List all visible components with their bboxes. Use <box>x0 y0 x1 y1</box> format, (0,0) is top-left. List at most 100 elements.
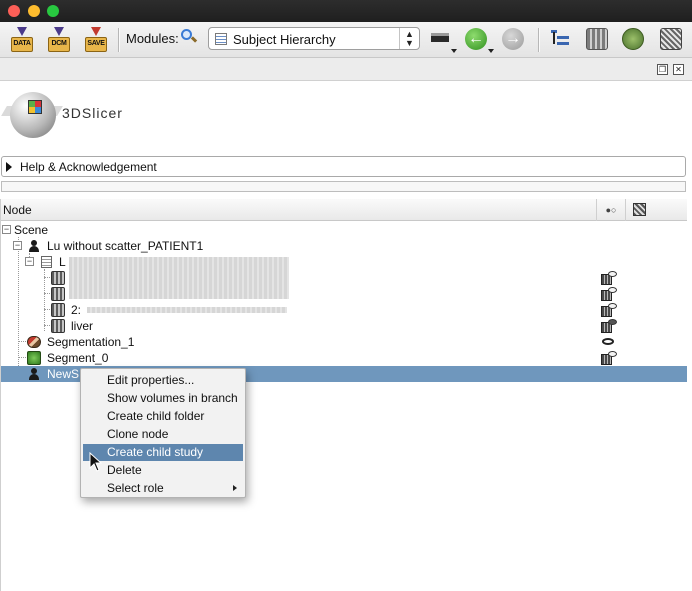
tree-row-scene[interactable]: − Scene <box>1 222 687 238</box>
volumes-module-icon[interactable] <box>586 28 608 50</box>
handle-shape <box>190 36 198 43</box>
visibility-shown-icon[interactable] <box>601 319 617 333</box>
tree-row-label: NewS <box>47 367 80 381</box>
volume-icon <box>51 271 65 285</box>
column-header-transform[interactable] <box>625 199 687 221</box>
patient-icon <box>28 240 40 252</box>
menu-item-clone-node[interactable]: Clone node <box>83 426 243 443</box>
modules-label: Modules: <box>126 31 179 46</box>
dicom-button[interactable]: DCM <box>47 27 71 53</box>
dicom-label: DCM <box>51 40 67 47</box>
save-label: SAVE <box>87 40 105 47</box>
context-menu: Edit properties... Show volumes in branc… <box>80 368 246 498</box>
previous-dropdown-icon[interactable] <box>488 49 494 53</box>
filter-bar[interactable] <box>1 181 686 192</box>
tree-row-label: liver <box>71 319 94 333</box>
help-section-label: Help & Acknowledgement <box>20 160 157 174</box>
collapse-icon[interactable]: − <box>25 257 34 266</box>
tree-row-volume[interactable] <box>1 270 687 286</box>
column-header-node[interactable]: Node <box>3 203 32 217</box>
eye-shape <box>608 271 617 277</box>
tree-row-segmentation[interactable]: Segmentation_1 <box>1 334 687 350</box>
visibility-hidden-icon[interactable] <box>601 287 617 301</box>
collapse-icon[interactable]: − <box>2 225 11 234</box>
next-module-button[interactable]: → <box>502 28 524 50</box>
expand-arrow-icon <box>6 162 12 172</box>
menu-item-select-role-label: Select role <box>107 481 164 495</box>
dicom-arrow-icon <box>54 27 64 36</box>
undock-icon[interactable]: ❐ <box>657 64 668 75</box>
logo-grid-shape <box>28 100 42 114</box>
submenu-arrow-icon <box>233 485 237 491</box>
collapse-icon[interactable]: − <box>13 241 22 250</box>
menu-item-select-role[interactable]: Select role <box>83 480 243 497</box>
menu-item-delete[interactable]: Delete <box>83 462 243 479</box>
module-selected-value: Subject Hierarchy <box>233 32 336 47</box>
module-panel-header <box>0 58 692 81</box>
volume-icon <box>51 303 65 317</box>
visibility-hidden-icon[interactable] <box>601 351 617 365</box>
module-search-icon[interactable] <box>181 29 198 45</box>
tree-row-label: Segment_0 <box>47 351 109 365</box>
load-data-label: DATA <box>13 40 31 47</box>
volume-icon <box>51 319 65 333</box>
transform-header-icon <box>633 203 646 216</box>
visibility-hidden-icon[interactable] <box>601 271 617 285</box>
arrow-left-icon: ← <box>468 30 484 47</box>
previous-module-button[interactable]: ← <box>465 28 487 50</box>
menu-item-edit-properties[interactable]: Edit properties... <box>83 372 243 389</box>
tree-row-label: L <box>59 255 66 269</box>
data-tree-icon[interactable] <box>551 29 571 49</box>
updown-arrows-icon: ▲ ▼ <box>399 28 419 49</box>
tree-row-label: Segmentation_1 <box>47 335 135 349</box>
toolbar-separator-2 <box>538 28 540 52</box>
eye-shape <box>608 303 617 309</box>
tree-row-label: Scene <box>14 223 49 237</box>
subject-hierarchy-icon <box>215 33 227 45</box>
close-window-button[interactable] <box>8 5 20 17</box>
minimize-window-button[interactable] <box>28 5 40 17</box>
logo-sphere-shape <box>10 92 56 138</box>
tree-row-label: 2: <box>71 303 82 317</box>
tree-row-liver[interactable]: liver <box>1 318 687 334</box>
visibility-hidden-icon[interactable] <box>601 303 617 317</box>
eye-shape <box>608 287 617 293</box>
save-button[interactable]: SAVE <box>84 27 108 53</box>
module-selector[interactable]: Subject Hierarchy ▲ ▼ <box>208 27 420 50</box>
eye-icon[interactable] <box>602 338 614 345</box>
eye-shape <box>608 351 617 357</box>
eye-shape <box>608 319 617 325</box>
body-shape <box>29 374 39 380</box>
tree-row-segment[interactable]: Segment_0 <box>1 350 687 366</box>
window-title-bar <box>0 0 692 22</box>
tree-row-volume[interactable] <box>1 286 687 302</box>
menu-item-show-volumes[interactable]: Show volumes in branch <box>83 390 243 407</box>
tree-row-patient[interactable]: − Lu without scatter_PATIENT1 <box>1 238 687 254</box>
segmentation-icon <box>27 336 41 348</box>
toolbar-separator <box>118 28 120 52</box>
menu-item-create-child-folder[interactable]: Create child folder <box>83 408 243 425</box>
eye-header-icon: ●○ <box>605 205 617 215</box>
history-dropdown-icon[interactable] <box>451 49 457 53</box>
study-icon <box>41 256 52 268</box>
column-header-visibility[interactable]: ●○ <box>596 199 625 221</box>
tree-row-label: Lu without scatter_PATIENT1 <box>47 239 204 253</box>
load-arrow-icon <box>17 27 27 36</box>
slicer-logo <box>1 88 63 146</box>
zoom-window-button[interactable] <box>47 5 59 17</box>
transforms-module-icon[interactable] <box>660 28 682 50</box>
logo-text: 3DSlicer <box>62 105 123 121</box>
save-arrow-icon <box>91 27 101 36</box>
close-panel-icon[interactable]: ✕ <box>673 64 684 75</box>
redacted-region <box>87 307 287 313</box>
labelmap-volume-icon <box>27 351 41 365</box>
module-history-button[interactable] <box>431 33 449 42</box>
arrow-right-icon: → <box>505 30 521 47</box>
help-acknowledgement-section[interactable]: Help & Acknowledgement <box>1 156 686 177</box>
menu-item-create-child-study[interactable]: Create child study <box>83 444 243 461</box>
volume-icon <box>51 287 65 301</box>
models-module-icon[interactable] <box>622 28 644 50</box>
tree-header: Node ●○ <box>1 199 687 221</box>
tree-row-volume[interactable]: 2: <box>1 302 687 318</box>
load-data-button[interactable]: DATA <box>10 27 34 53</box>
